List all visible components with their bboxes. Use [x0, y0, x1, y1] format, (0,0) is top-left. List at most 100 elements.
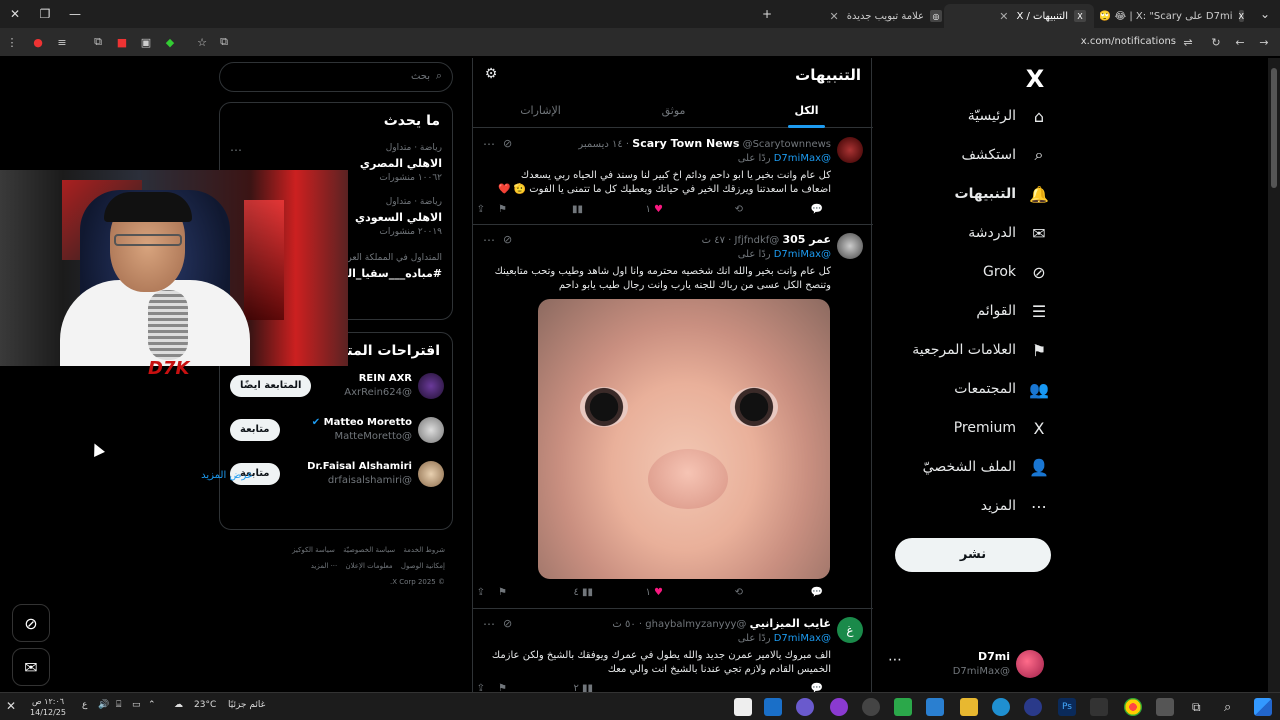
minimize-window-icon[interactable]: — [60, 0, 90, 28]
retweet-icon[interactable]: ⟲ [735, 587, 743, 598]
nav-item-notifications[interactable]: 🔔 التنبيهات [880, 176, 1050, 212]
bookmark-icon[interactable]: ⚑ [498, 587, 507, 598]
task-view-icon[interactable]: ⧉ [1192, 700, 1201, 715]
show-more-link[interactable]: عرض المزيد [201, 470, 253, 481]
more-dots-icon[interactable]: ⋯ [483, 233, 495, 247]
tweet-author-handle[interactable]: @Jfjfndkf [735, 235, 780, 246]
extensions-puzzle-icon[interactable]: ⧉ [90, 34, 106, 50]
tweet[interactable]: غ غايب الميزانيي @ghaybalmyzanyyy · ٥٠ ث… [473, 609, 873, 694]
tweet-time[interactable]: ٥٠ ث [612, 619, 635, 630]
follow-suggestion[interactable]: REIN AXR @AxrRein624 المتابعة ايضًا [220, 367, 454, 411]
footer-link[interactable]: سياسة الخصوصيّة [343, 546, 395, 554]
bookmark-icon[interactable]: ⚑ [498, 204, 507, 215]
more-dots-icon[interactable]: ⋯ [230, 143, 242, 157]
bookmark-star-icon[interactable]: ☆ [194, 34, 210, 50]
scrollbar-thumb[interactable] [1271, 68, 1277, 188]
reply-to-handle[interactable]: @D7miMax [774, 153, 831, 164]
show-hidden-icons-icon[interactable]: ⌃ [148, 700, 156, 710]
footer-link[interactable]: شروط الخدمة [403, 546, 445, 554]
account-switcher[interactable]: D7mi @D7miMax ⋯ [880, 646, 1060, 682]
nav-item-home[interactable]: ⌂ الرئيسيّة [880, 98, 1050, 134]
follow-suggestion[interactable]: Dr.Faisal Alshamiri @drfaisalshamiri متا… [220, 455, 454, 499]
tweet-time[interactable]: ٤٧ ث [702, 235, 725, 246]
nav-item-grok[interactable]: ⊘ Grok [880, 254, 1050, 290]
media-player-icon[interactable] [862, 698, 880, 716]
tab-mentions[interactable]: الإشارات [474, 94, 607, 128]
photoshop-icon[interactable]: Ps [1058, 698, 1076, 716]
nav-item-profile[interactable]: 👤 الملف الشخصيّ [880, 449, 1050, 485]
nav-item-explore[interactable]: ⌕ استكشف [880, 137, 1050, 173]
browser-tab[interactable]: ◎ علامة تبويب جديدة ✕ [790, 4, 950, 28]
reply-icon[interactable]: 💬 [811, 587, 823, 598]
like-icon[interactable]: ♥ ١ [645, 204, 663, 215]
browser-tab-active[interactable]: X التنبيهات / X ✕ [944, 4, 1094, 28]
avatar[interactable] [837, 137, 863, 163]
footer-link[interactable]: ··· المزيد [311, 562, 338, 570]
avatar[interactable] [418, 461, 444, 487]
follow-suggestion[interactable]: Matteo Moretto ✔ @MatteMoretto متابعة [220, 411, 454, 455]
footer-link[interactable]: معلومات الإعلان [345, 562, 392, 570]
discord-icon[interactable] [796, 698, 814, 716]
gear-icon[interactable]: ⚙ [481, 66, 501, 86]
new-tab-icon[interactable]: + [752, 0, 782, 28]
notification-close-icon[interactable]: ✕ [6, 699, 16, 713]
nav-item-messages[interactable]: ✉ الدردشة [880, 215, 1050, 251]
tweet-media-image[interactable] [538, 299, 830, 579]
nav-item-bookmarks[interactable]: ⚑ العلامات المرجعية [880, 332, 1050, 368]
nav-item-more[interactable]: ⋯ المزيد [880, 488, 1050, 524]
tweet[interactable]: عمر 305 @Jfjfndkf · ٤٧ ث ⊘ ⋯ @D7miMax رد… [473, 225, 873, 609]
install-app-icon[interactable]: ⧉ [216, 34, 232, 50]
tweet-author-name[interactable]: Scary Town News [632, 137, 739, 150]
battery-icon[interactable]: ▭ [132, 700, 141, 710]
search-icon[interactable]: ⌕ [1224, 700, 1231, 715]
tweet[interactable]: Scary Town News @Scarytownnews · ١٤ ديسم… [473, 129, 873, 225]
weather-text[interactable]: غائم جزئيًا [228, 700, 265, 710]
retweet-icon[interactable]: ⟲ [735, 204, 743, 215]
follow-back-button[interactable]: المتابعة ايضًا [230, 375, 312, 397]
grok-icon[interactable]: ⊘ [503, 617, 512, 630]
tweet-author-handle[interactable]: @ghaybalmyzanyyy [645, 619, 746, 630]
extension-icon[interactable]: ● [30, 34, 46, 50]
volume-icon[interactable]: 🔊 [98, 700, 109, 710]
outlook-icon[interactable] [764, 698, 782, 716]
reply-to-handle[interactable]: @D7miMax [774, 249, 831, 260]
avatar[interactable] [418, 417, 444, 443]
chrome-icon[interactable] [1124, 698, 1142, 716]
close-tab-icon[interactable]: ✕ [830, 10, 839, 23]
close-tab-icon[interactable]: ✕ [999, 10, 1008, 23]
grok-icon[interactable]: ⊘ [503, 137, 512, 150]
tweet-time[interactable]: ١٤ ديسمبر [578, 139, 622, 150]
file-explorer-icon[interactable] [960, 698, 978, 716]
reply-icon[interactable]: 💬 [811, 204, 823, 215]
app-icon[interactable] [1156, 698, 1174, 716]
app-icon[interactable] [830, 698, 848, 716]
grok-icon[interactable]: ⊘ [503, 233, 512, 246]
nav-item-lists[interactable]: ☰ القوائم [880, 293, 1050, 329]
views-icon[interactable]: ▮▮ [572, 204, 583, 215]
footer-link[interactable]: سياسة الكوكيز [292, 546, 335, 554]
mail-icon[interactable]: ✉ [12, 648, 50, 686]
app-icon[interactable] [1090, 698, 1108, 716]
weather-temp[interactable]: 23°C [194, 700, 216, 710]
share-icon[interactable]: ⇪ [477, 587, 485, 598]
avatar[interactable]: غ [837, 617, 863, 643]
extension-icon[interactable]: ▣ [138, 34, 154, 50]
close-window-icon[interactable]: ✕ [0, 0, 30, 28]
playlist-icon[interactable]: ≡ [54, 34, 70, 50]
nav-item-premium[interactable]: X Premium [880, 410, 1050, 446]
adblock-icon[interactable]: ■ [114, 34, 130, 50]
forward-icon[interactable]: → [1256, 34, 1272, 50]
browser-tab[interactable]: X D7mi على X: "Scary | 😂 🙄 خير ✕ [1100, 4, 1252, 28]
menu-icon[interactable]: ⋮ [4, 34, 20, 50]
search-input[interactable]: ⌕ بحث [219, 62, 453, 92]
extension-icon[interactable]: ◆ [162, 34, 178, 50]
network-icon[interactable]: ⌸ [116, 700, 121, 710]
edge-icon[interactable] [992, 698, 1010, 716]
more-dots-icon[interactable]: ⋯ [483, 617, 495, 631]
share-icon[interactable]: ⇪ [477, 204, 485, 215]
windows-start-icon[interactable] [1254, 698, 1272, 716]
app-icon[interactable] [926, 698, 944, 716]
tweet-author-name[interactable]: غايب الميزانيي [750, 617, 831, 630]
tab-search-icon[interactable]: ⌄ [1250, 0, 1280, 28]
input-language-icon[interactable]: ع [82, 700, 87, 710]
